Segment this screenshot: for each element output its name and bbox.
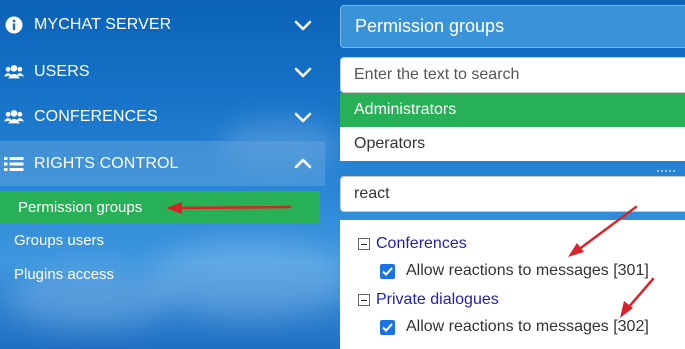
groups-list: Administrators Operators	[340, 93, 685, 161]
tree-node-title[interactable]: Private dialogues	[376, 291, 499, 309]
group-item-administrators[interactable]: Administrators	[340, 93, 685, 127]
users-icon	[4, 107, 24, 127]
collapse-icon[interactable]	[358, 294, 370, 306]
tree-node-private-dialogues: Private dialogues	[358, 291, 499, 309]
info-icon	[4, 15, 24, 35]
tree-leaf: Allow reactions to messages [302]	[380, 318, 649, 336]
section-users[interactable]: USERS	[0, 49, 325, 94]
chevron-up-icon[interactable]	[293, 154, 313, 174]
sidebar-item-plugins-access[interactable]: Plugins access	[14, 266, 114, 283]
users-icon	[4, 62, 24, 82]
sidebar-item-groups-users[interactable]: Groups users	[14, 232, 104, 249]
section-label: USERS	[34, 62, 90, 80]
chevron-down-icon[interactable]	[293, 107, 313, 127]
group-item-operators[interactable]: Operators	[340, 127, 685, 161]
section-mychat-server[interactable]: MYCHAT SERVER	[0, 2, 325, 47]
checkbox[interactable]	[380, 263, 395, 279]
tree-node-title[interactable]: Conferences	[376, 235, 467, 253]
chevron-down-icon[interactable]	[293, 62, 313, 82]
sidebar: MYCHAT SERVER USERS CONFERENCES RIGHTS C…	[0, 0, 325, 349]
section-conferences[interactable]: CONFERENCES	[0, 94, 325, 139]
sidebar-item-label: Plugins access	[14, 266, 115, 283]
section-label: MYCHAT SERVER	[34, 15, 172, 33]
search-input[interactable]	[340, 57, 685, 93]
section-label: RIGHTS CONTROL	[34, 154, 179, 172]
panel-title-text: Permission groups	[355, 16, 505, 36]
permission-label: Allow reactions to messages [301]	[406, 262, 649, 279]
list-icon	[4, 154, 24, 174]
tree-node-conferences: Conferences	[358, 235, 467, 253]
sidebar-item-label: Permission groups	[18, 199, 143, 216]
section-label: CONFERENCES	[34, 107, 158, 125]
permissions-tree: Conferences Allow reactions to messages …	[340, 220, 685, 349]
group-label: Administrators	[354, 101, 457, 118]
checkbox[interactable]	[380, 319, 395, 335]
permission-label: Allow reactions to messages [302]	[406, 318, 649, 335]
group-label: Operators	[354, 135, 426, 152]
collapse-icon[interactable]	[358, 238, 370, 250]
tree-leaf: Allow reactions to messages [301]	[380, 262, 649, 280]
sidebar-item-permission-groups[interactable]: Permission groups	[0, 191, 320, 224]
section-rights-control[interactable]: RIGHTS CONTROL	[0, 141, 325, 186]
sidebar-item-label: Groups users	[14, 232, 105, 249]
resize-handle[interactable]	[657, 170, 677, 174]
filter-input[interactable]	[340, 176, 685, 212]
chevron-down-icon[interactable]	[293, 15, 313, 35]
panel-title: Permission groups	[340, 5, 685, 48]
